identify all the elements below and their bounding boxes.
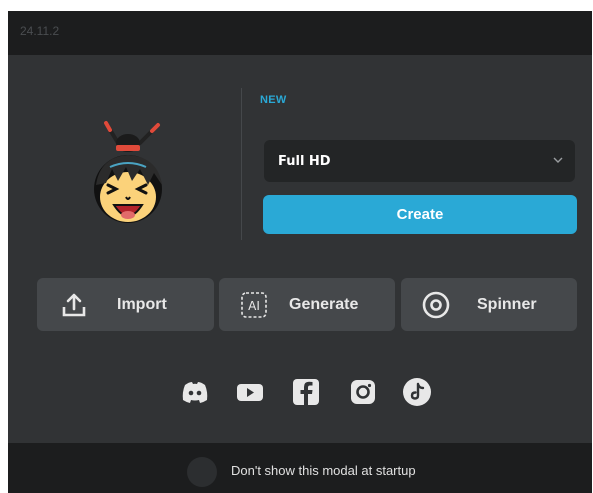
- import-button[interactable]: Import: [37, 278, 214, 331]
- instagram-icon[interactable]: [348, 377, 378, 407]
- vertical-divider: [241, 88, 242, 240]
- create-button[interactable]: Create: [263, 195, 577, 234]
- svg-text:AI: AI: [248, 299, 260, 313]
- modal-footer: Don't show this modal at startup: [8, 443, 592, 493]
- import-label: Import: [117, 296, 167, 313]
- resolution-select[interactable]: Full HD: [264, 140, 575, 182]
- generate-label: Generate: [289, 296, 359, 313]
- startup-toggle-label: Don't show this modal at startup: [231, 463, 416, 478]
- spinner-label: Spinner: [477, 296, 537, 313]
- resolution-select-value: Full HD: [278, 154, 331, 169]
- spinner-button[interactable]: Spinner: [401, 278, 577, 331]
- discord-icon[interactable]: [180, 377, 210, 407]
- spinner-icon: [422, 291, 450, 319]
- chevron-down-icon: [553, 157, 563, 163]
- upload-icon: [62, 293, 86, 317]
- generate-button[interactable]: AI Generate: [219, 278, 395, 331]
- mascot-logo: [94, 121, 162, 223]
- youtube-icon[interactable]: [235, 377, 265, 407]
- facebook-icon[interactable]: [291, 377, 321, 407]
- ai-icon: AI: [241, 292, 267, 318]
- tiktok-icon[interactable]: [402, 377, 432, 407]
- new-section-label: NEW: [260, 94, 287, 106]
- startup-modal: 24.11.2 NEW Full HD Create Import AI Gen…: [8, 11, 592, 493]
- modal-header: 24.11.2: [8, 11, 592, 55]
- startup-toggle[interactable]: [187, 457, 217, 487]
- version-label: 24.11.2: [20, 24, 60, 38]
